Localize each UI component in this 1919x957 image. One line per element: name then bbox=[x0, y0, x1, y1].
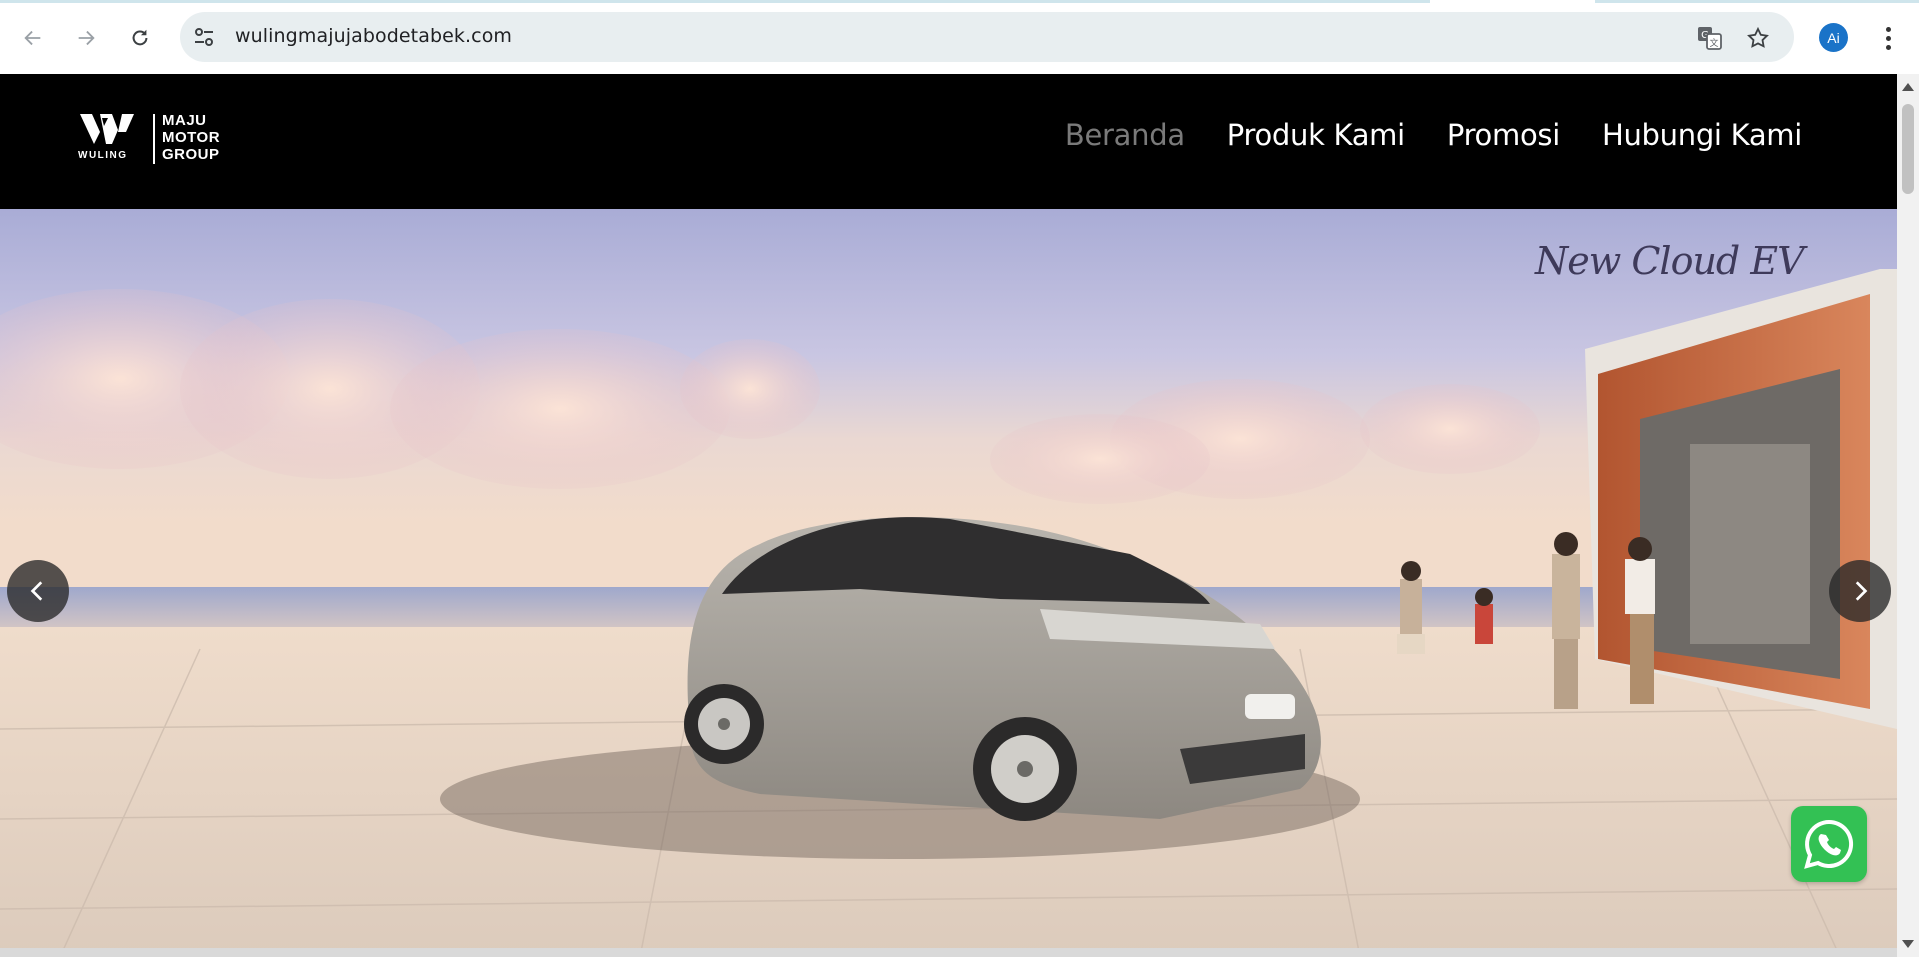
chevron-right-icon bbox=[1855, 581, 1868, 601]
site-header: WULING MAJU MOTOR GROUP Beranda Produk K… bbox=[0, 74, 1897, 209]
whatsapp-icon bbox=[1804, 819, 1854, 869]
forward-arrow-icon[interactable] bbox=[68, 20, 104, 56]
back-arrow-icon[interactable] bbox=[15, 20, 51, 56]
scrollbar-thumb[interactable] bbox=[1902, 104, 1914, 194]
main-nav: Beranda Produk Kami Promosi Hubungi Kami bbox=[1065, 118, 1802, 152]
translate-icon[interactable]: G文 bbox=[1696, 24, 1724, 52]
kebab-menu-icon[interactable] bbox=[1876, 22, 1900, 54]
site-settings-icon[interactable] bbox=[192, 25, 216, 49]
nav-produk-kami[interactable]: Produk Kami bbox=[1227, 118, 1405, 152]
wuling-logo[interactable]: WULING MAJU MOTOR GROUP bbox=[78, 110, 230, 166]
address-bar[interactable]: wulingmajujabodetabek.com bbox=[180, 12, 1794, 62]
nav-hubungi-kami[interactable]: Hubungi Kami bbox=[1602, 118, 1802, 152]
chevron-left-icon bbox=[30, 581, 43, 601]
logo-group-text: MAJU MOTOR GROUP bbox=[162, 112, 221, 163]
website-viewport: WULING MAJU MOTOR GROUP Beranda Produk K… bbox=[0, 74, 1897, 957]
wuling-emblem-icon bbox=[80, 114, 134, 144]
hero-tagline: New Cloud EV bbox=[1535, 239, 1805, 283]
hero-carousel: New Cloud EV bbox=[0, 209, 1897, 957]
url-text[interactable]: wulingmajujabodetabek.com bbox=[235, 25, 512, 47]
scroll-down-icon[interactable] bbox=[1902, 940, 1914, 948]
tab-strip-edge bbox=[0, 0, 1919, 3]
page-scrollbar[interactable] bbox=[1897, 74, 1919, 957]
logo-brand-text: WULING bbox=[78, 150, 128, 161]
hero-image bbox=[0, 209, 1897, 957]
star-icon[interactable] bbox=[1744, 24, 1772, 52]
whatsapp-button[interactable] bbox=[1791, 806, 1867, 882]
profile-avatar[interactable]: Ai bbox=[1819, 23, 1848, 52]
nav-promosi[interactable]: Promosi bbox=[1447, 118, 1560, 152]
svg-text:文: 文 bbox=[1709, 37, 1718, 49]
carousel-next-button[interactable] bbox=[1829, 560, 1891, 622]
bottom-edge bbox=[0, 948, 1897, 957]
scroll-up-icon[interactable] bbox=[1902, 83, 1914, 91]
reload-icon[interactable] bbox=[122, 20, 158, 56]
logo-divider bbox=[153, 114, 155, 164]
carousel-prev-button[interactable] bbox=[7, 560, 69, 622]
browser-toolbar: wulingmajujabodetabek.com G文 Ai bbox=[0, 0, 1919, 74]
nav-beranda[interactable]: Beranda bbox=[1065, 118, 1185, 152]
